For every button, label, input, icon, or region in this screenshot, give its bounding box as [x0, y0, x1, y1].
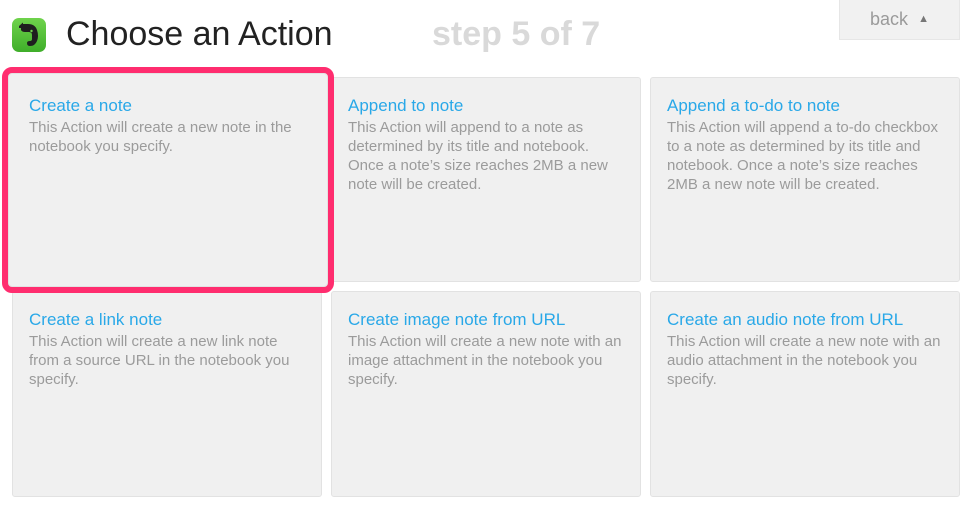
- action-card-create-image-note[interactable]: Create image note from URL This Action w…: [331, 291, 641, 497]
- action-card-create-link-note[interactable]: Create a link note This Action will crea…: [12, 291, 322, 497]
- action-title: Create a note: [29, 96, 133, 115]
- action-card-create-note[interactable]: Create a note This Action will create a …: [2, 67, 334, 293]
- action-title: Create an audio note from URL: [667, 310, 904, 329]
- page-title: Choose an Action: [66, 15, 333, 53]
- action-title: Create a link note: [29, 310, 163, 329]
- back-button[interactable]: back ▲: [839, 0, 960, 40]
- action-description: This Action will append to a note as det…: [348, 119, 608, 193]
- action-description: This Action will create a new note with …: [348, 333, 622, 388]
- elephant-icon: [19, 22, 38, 46]
- back-label: back: [870, 9, 909, 29]
- action-card-append-todo[interactable]: Append a to-do to note This Action will …: [650, 77, 960, 282]
- action-description: This Action will create a new link note …: [29, 333, 290, 388]
- evernote-app-icon: [12, 18, 46, 52]
- action-description: This Action will create a new note with …: [667, 333, 941, 388]
- caret-up-icon: ▲: [918, 13, 929, 25]
- action-description: This Action will create a new note in th…: [29, 119, 292, 155]
- action-title: Create image note from URL: [348, 310, 566, 329]
- step-indicator: step 5 of 7: [432, 15, 601, 53]
- action-grid: Create a note This Action will create a …: [2, 67, 960, 497]
- action-card-create-audio-note[interactable]: Create an audio note from URL This Actio…: [650, 291, 960, 497]
- action-title: Append a to-do to note: [667, 96, 840, 115]
- action-card-append-to-note[interactable]: Append to note This Action will append t…: [331, 77, 641, 282]
- action-description: This Action will append a to-do checkbox…: [667, 119, 938, 193]
- action-title: Append to note: [348, 96, 464, 115]
